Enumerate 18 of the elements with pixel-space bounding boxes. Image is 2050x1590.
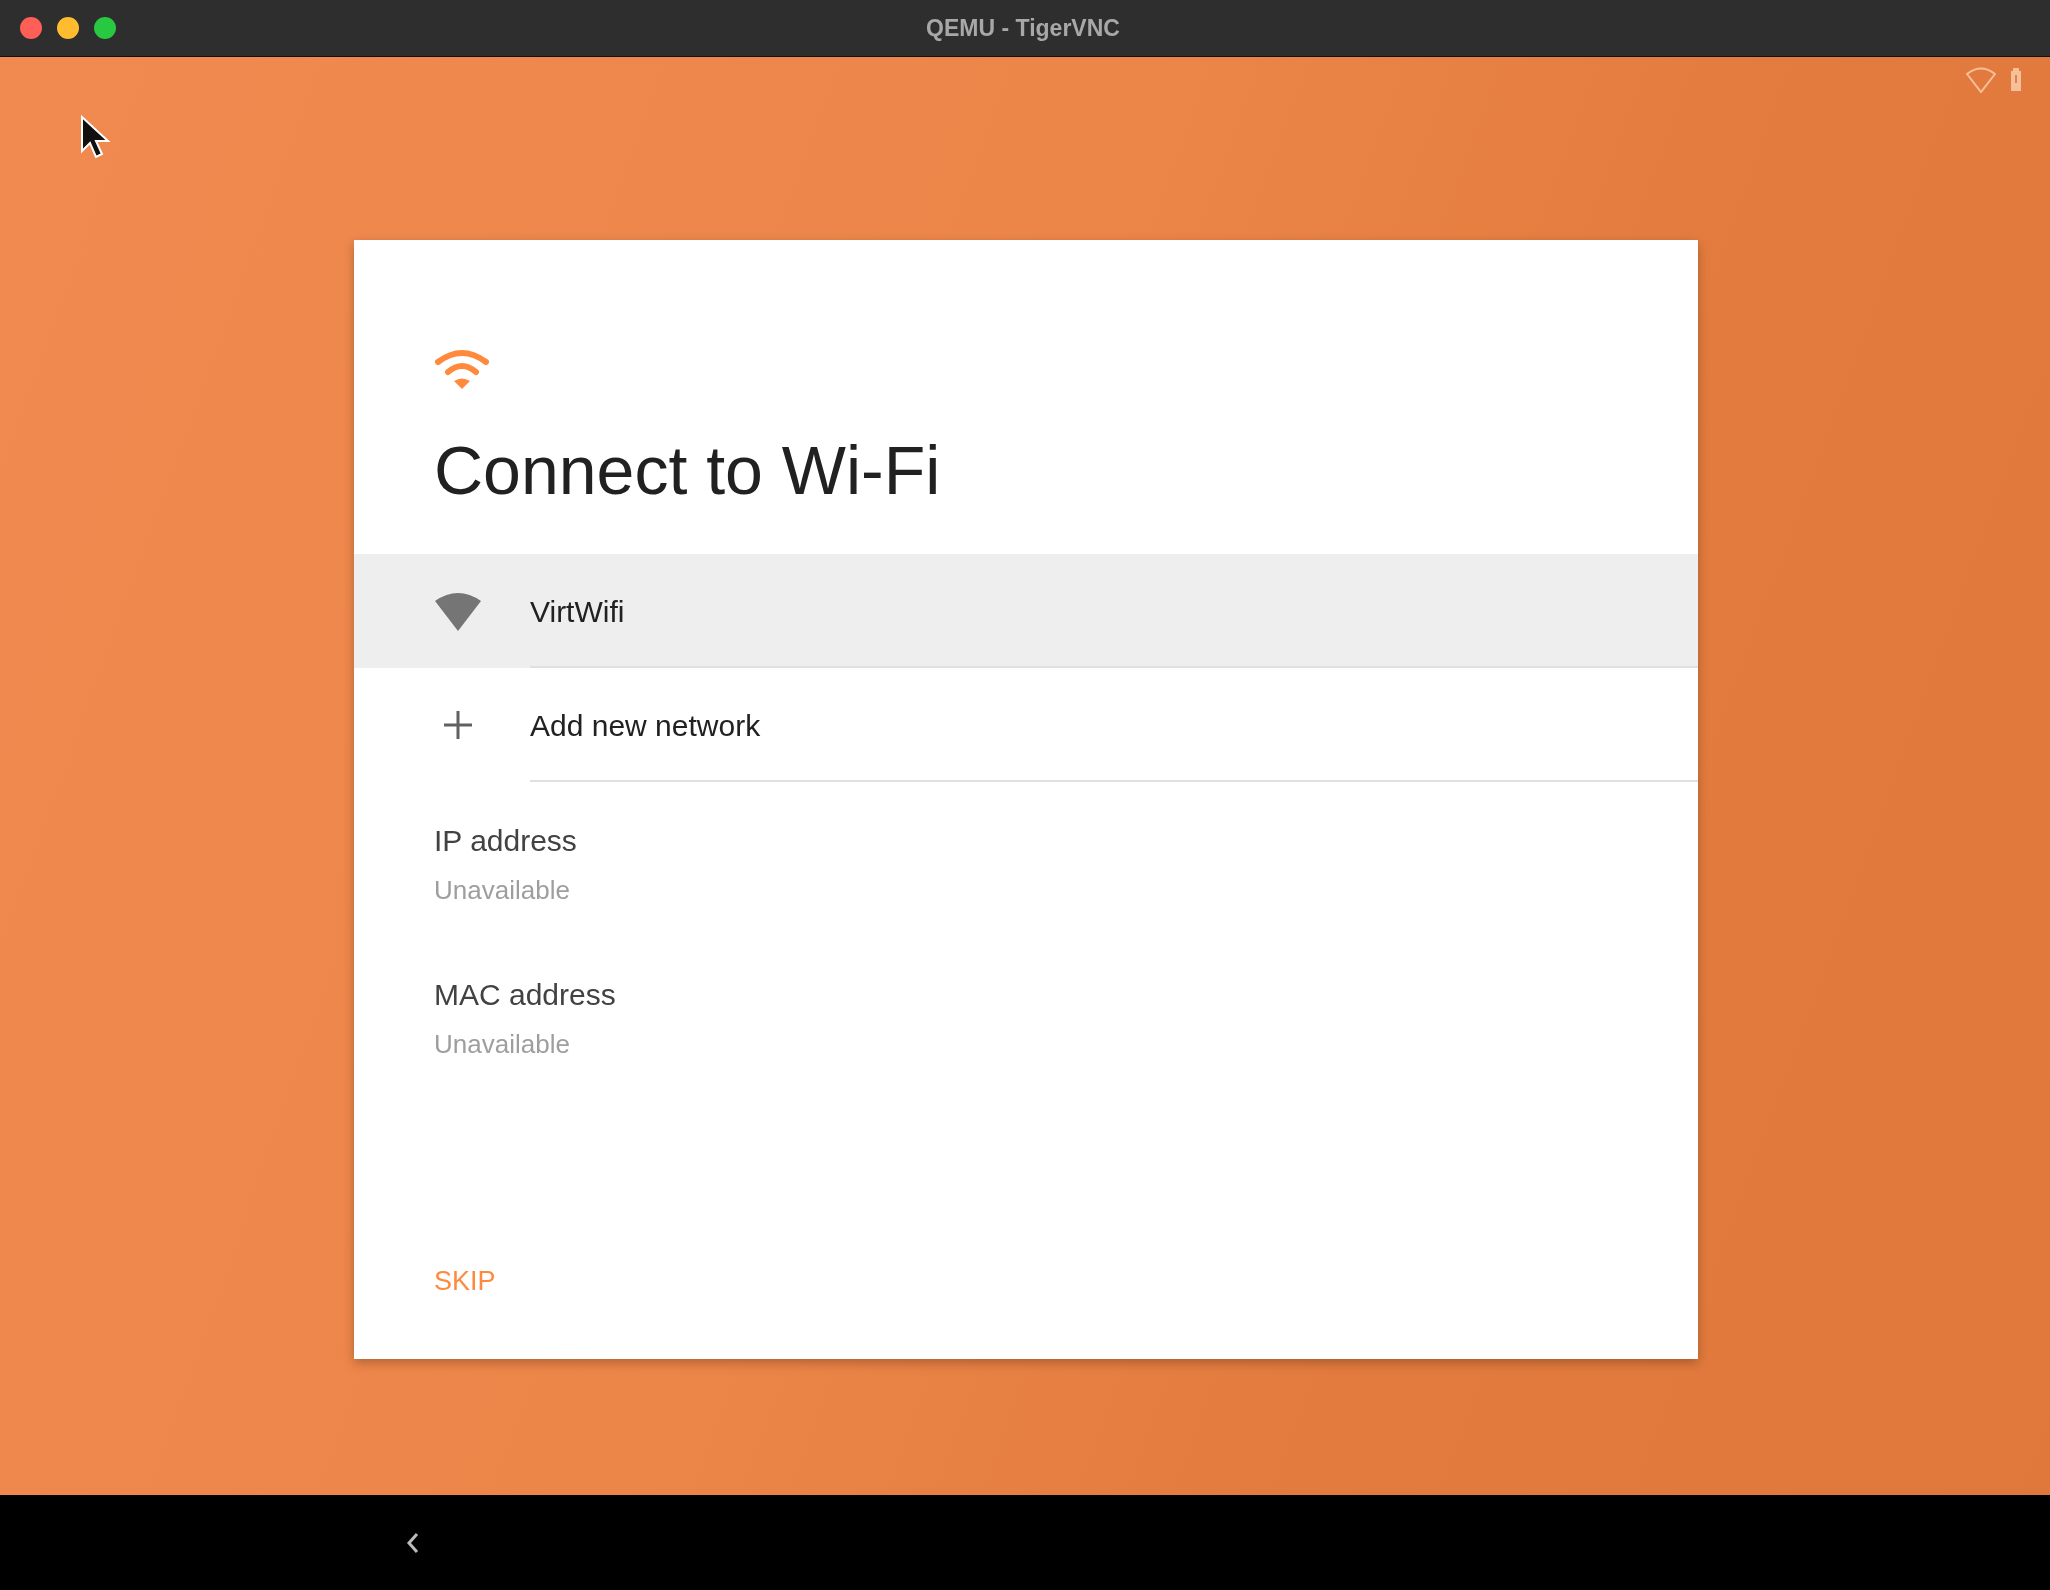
window-title: QEMU - TigerVNC	[926, 13, 1120, 43]
minimize-button[interactable]	[57, 17, 79, 39]
page-title: Connect to Wi-Fi	[434, 431, 942, 510]
zoom-button[interactable]	[94, 17, 116, 39]
close-button[interactable]	[20, 17, 42, 39]
battery-icon	[2010, 68, 2022, 92]
wifi-icon	[434, 591, 482, 631]
detail-label: IP address	[434, 823, 578, 859]
plus-icon	[442, 709, 474, 741]
detail-value: Unavailable	[434, 874, 571, 907]
mouse-pointer-icon	[80, 115, 112, 161]
network-list-item[interactable]: VirtWifi	[354, 554, 1698, 668]
detail-value: Unavailable	[434, 1028, 571, 1061]
network-list-item[interactable]: Add new network	[354, 668, 1698, 782]
back-icon[interactable]	[405, 1530, 421, 1555]
detail-label: MAC address	[434, 977, 617, 1013]
wifi-signal-icon	[434, 348, 490, 390]
wifi-outline-icon	[1966, 67, 1996, 93]
